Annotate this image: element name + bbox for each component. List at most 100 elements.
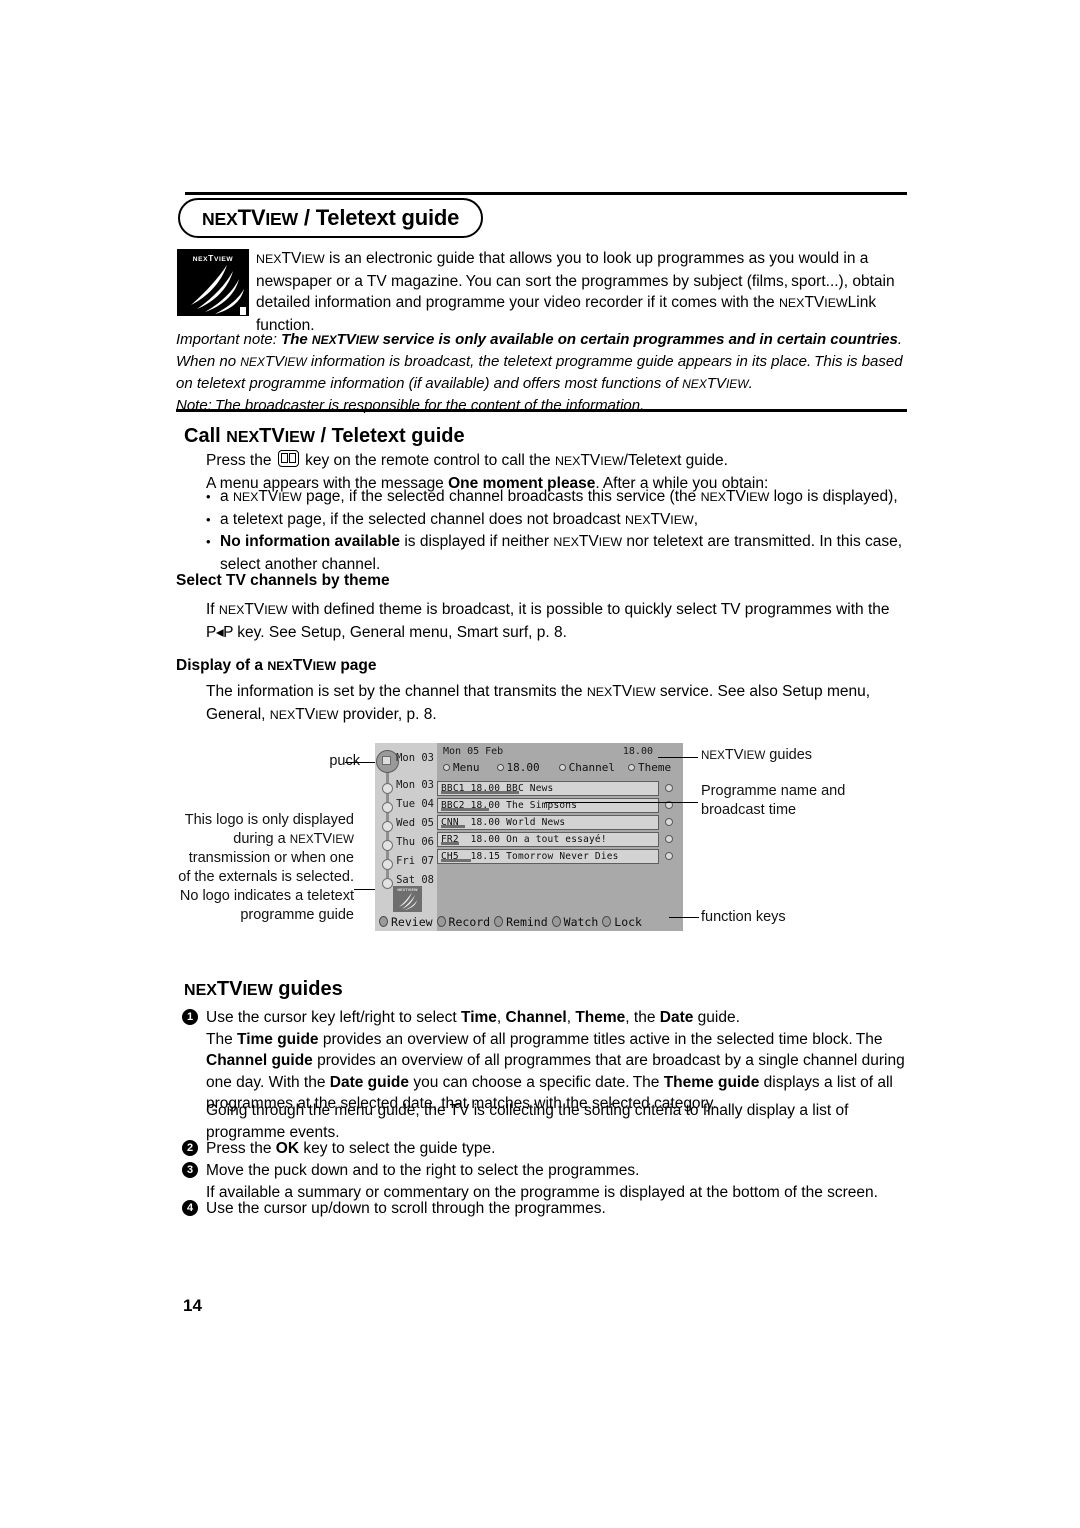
function-key-lock[interactable]: Lock xyxy=(598,915,642,929)
tv-day-column: Mon 03 Mon 03 Tue 04 Wed 05 Thu 06 Fri 0… xyxy=(375,743,437,931)
programme-row[interactable]: BBC1 18.00 BBC News xyxy=(437,781,659,796)
step-number-1: 1 xyxy=(182,1009,198,1025)
pip-key-glyph: P◂P xyxy=(206,623,233,641)
day-label[interactable]: Mon 03 xyxy=(396,779,434,791)
header-rule xyxy=(185,192,907,195)
function-key-review[interactable]: Review xyxy=(375,912,433,931)
logo-fan-icon xyxy=(191,265,246,315)
bullet-no-information: No information available is displayed if… xyxy=(206,531,908,575)
day-dot[interactable] xyxy=(382,802,393,813)
day-dot[interactable] xyxy=(382,859,393,870)
callout-nextview-guides: NEXTVIEW guides xyxy=(701,747,813,763)
step4-text: Use the cursor up/down to scroll through… xyxy=(206,1200,606,1217)
day-dot[interactable] xyxy=(382,840,393,851)
heading-nextview-guides: NEXTVIEW guides xyxy=(184,978,343,1000)
guide-key-icon xyxy=(277,450,299,467)
day-dot[interactable] xyxy=(382,878,393,889)
section-rule xyxy=(176,409,907,412)
guide-tabs: Menu 18.00 Channel Theme xyxy=(443,761,671,774)
progress-bar xyxy=(441,808,489,811)
function-key-label: Watch xyxy=(563,914,599,929)
row-marker-dot[interactable] xyxy=(665,818,673,826)
programme-row[interactable]: BBC2 18.00 The Simpsons xyxy=(437,798,659,813)
function-key-label: Lock xyxy=(614,914,642,929)
function-key-remind[interactable]: Remind xyxy=(490,915,548,929)
programme-list: BBC1 18.00 BBC News BBC2 18.00 The Simps… xyxy=(437,781,659,866)
leader-programme xyxy=(545,802,698,804)
tab-label: Theme xyxy=(637,761,672,774)
guides-step-2: 2 Press the OK key to select the guide t… xyxy=(182,1138,906,1160)
progress-bar xyxy=(441,791,519,794)
bullet-nextview-page: a NEXTVIEW page, if the selected channel… xyxy=(206,486,908,509)
tab-menu[interactable]: Menu xyxy=(443,761,480,774)
programme-row[interactable]: CNN 18.00 World News xyxy=(437,815,659,830)
callout-programme-name: Programme name and broadcast time xyxy=(701,783,846,818)
outcome-bullets: a NEXTVIEW page, if the selected channel… xyxy=(206,486,908,575)
day-label[interactable]: Fri 07 xyxy=(396,855,434,867)
function-key-bar: Review Record Remind Watch Lock xyxy=(375,912,683,931)
leader-guides xyxy=(658,757,698,759)
tv-header: Mon 05 Feb 18.00 Menu 18.00 Channel Them xyxy=(437,743,671,779)
progress-bar xyxy=(441,825,465,828)
step3-text: Move the puck down and to the right to s… xyxy=(206,1162,640,1179)
row-marker-dot[interactable] xyxy=(665,852,673,860)
guides-step-3: 3 Move the puck down and to the right to… xyxy=(182,1160,906,1203)
heading-display-page: Display of a NEXTVIEW page xyxy=(176,657,377,674)
leader-puck xyxy=(345,762,379,764)
tab-label: Menu xyxy=(453,761,480,774)
function-key-label: Review xyxy=(391,914,433,929)
screen-date: Mon 05 Feb xyxy=(443,746,504,757)
radio-icon xyxy=(627,764,635,771)
day-label[interactable]: Thu 06 xyxy=(396,836,434,848)
programme-row[interactable]: CH5 18.15 Tomorrow Never Dies xyxy=(437,849,659,864)
guides-step-1: 1 Use the cursor key left/right to selec… xyxy=(182,1007,906,1115)
row-marker-dot[interactable] xyxy=(665,835,673,843)
guides-step-4: 4 Use the cursor up/down to scroll throu… xyxy=(182,1198,906,1220)
function-key-record[interactable]: Record xyxy=(433,914,491,929)
radio-icon xyxy=(558,764,566,771)
page-number: 14 xyxy=(183,1296,202,1315)
tab-label: Channel xyxy=(568,761,615,774)
key-dot-icon xyxy=(551,916,561,927)
tv-logo-fan-icon xyxy=(399,892,417,910)
tab-theme[interactable]: Theme xyxy=(627,761,672,774)
day-dot[interactable] xyxy=(382,783,393,794)
programme-row[interactable]: FR2 18.00 On a tout essayé! xyxy=(437,832,659,847)
callout-logo-note: This logo is only displayed during a NEX… xyxy=(178,812,354,923)
screen-clock: 18.00 xyxy=(622,746,653,757)
radio-icon xyxy=(443,764,450,771)
programme-text: FR2 18.00 On a tout essayé! xyxy=(441,834,607,845)
tab-label: 18.00 xyxy=(506,761,540,774)
row-marker-dot[interactable] xyxy=(665,784,673,792)
day-label[interactable]: Sat 08 xyxy=(396,874,434,886)
radio-icon xyxy=(496,764,504,771)
function-key-label: Remind xyxy=(506,914,548,929)
theme-body: If NEXTVIEW with defined theme is broadc… xyxy=(206,599,906,643)
tab-channel[interactable]: Channel xyxy=(558,761,615,774)
day-label[interactable]: Wed 05 xyxy=(396,817,434,829)
logo-wordmark: NEXTVIEW xyxy=(192,253,234,263)
display-body: The information is set by the channel th… xyxy=(206,683,871,723)
important-note: Important note: The NEXTVIEW service is … xyxy=(176,331,905,414)
progress-bar xyxy=(441,859,471,862)
heading-call-guide: Call NEXTVIEW / Teletext guide xyxy=(184,425,465,447)
key-dot-icon xyxy=(436,916,446,927)
function-key-label: Record xyxy=(448,914,491,929)
tv-nextview-logo: NEXTVIEW xyxy=(393,886,422,913)
day-label[interactable]: Tue 04 xyxy=(396,798,434,810)
key-dot-icon xyxy=(494,916,504,927)
leader-function-keys xyxy=(669,917,699,919)
page-title-pill: NEXTVIEW / Teletext guide xyxy=(178,198,484,238)
guides-step-1-note: Going through the menu guide, the TV is … xyxy=(206,1102,849,1141)
document-page: NEXTVIEW / Teletext guide NEXTVIEW NEXTV… xyxy=(0,0,1080,1528)
page-title: NEXTVIEW / Teletext guide xyxy=(202,205,460,230)
key-dot-icon xyxy=(602,916,612,927)
day-dot[interactable] xyxy=(382,821,393,832)
function-key-watch[interactable]: Watch xyxy=(548,914,599,929)
day-label[interactable]: Mon 03 xyxy=(396,752,434,764)
intro-paragraph: NEXTVIEW is an electronic guide that all… xyxy=(256,250,895,334)
tab-time[interactable]: 18.00 xyxy=(496,761,540,774)
callout-function-keys: function keys xyxy=(701,909,786,925)
nextview-logo: NEXTVIEW xyxy=(177,249,249,316)
tv-screen-mock: Mon 03 Mon 03 Tue 04 Wed 05 Thu 06 Fri 0… xyxy=(375,743,683,931)
